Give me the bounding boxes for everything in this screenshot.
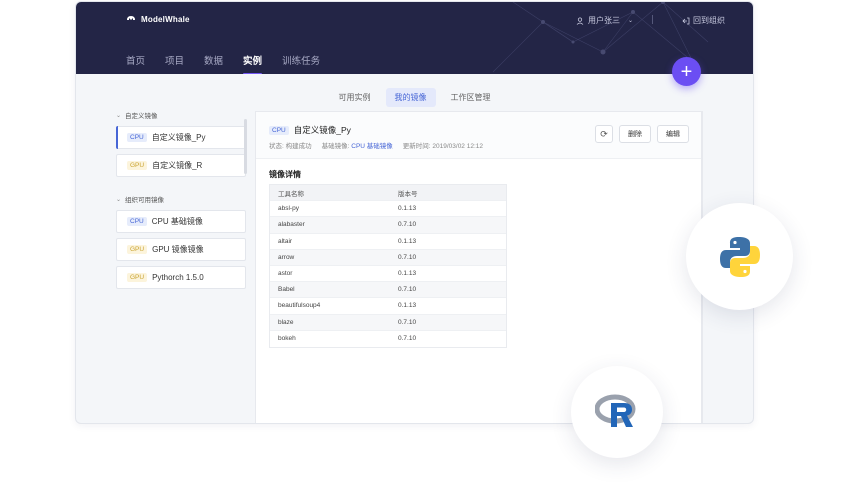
python-logo [719, 236, 760, 277]
updated-time: 更新时间: 2019/03/02 12:12 [402, 143, 483, 150]
delete-button[interactable]: 删除 [619, 125, 651, 143]
image-item-custom-py[interactable]: CPU 自定义镜像_Py [116, 126, 246, 149]
column-header-version: 版本号 [398, 190, 418, 198]
detail-header: CPU 自定义镜像_Py 状态: 构建成功 基础镜像: CPU 基础镜像 更新时… [256, 112, 701, 159]
table-cell-version: 0.7.10 [398, 286, 417, 294]
table-cell-name: astor [278, 270, 293, 278]
detail-actions: ⟳ 删除 编辑 [595, 125, 689, 143]
table-cell-version: 0.1.13 [398, 205, 417, 213]
gpu-badge: GPU [127, 245, 148, 254]
table-row: Babel 0.7.10 [270, 282, 506, 299]
image-item-label: 自定义镜像_R [152, 161, 203, 170]
image-item-gpu-image[interactable]: GPU GPU 镜像镜像 [116, 238, 246, 261]
nav-projects[interactable]: 项目 [165, 53, 184, 74]
table-cell-version: 0.7.10 [398, 335, 417, 343]
table-cell-version: 0.1.13 [398, 270, 417, 278]
app-window: ModelWhale 用户张三 ⌄ 回到组织 首页 项目 数据 实例 训练任务 [75, 1, 754, 424]
table-cell-name: Babel [278, 286, 295, 294]
nav-data[interactable]: 数据 [204, 53, 223, 74]
table-cell-name: absl-py [278, 205, 299, 213]
table-cell-version: 0.7.10 [398, 253, 417, 261]
table-row: alabaster 0.7.10 [270, 217, 506, 234]
image-item-label: 自定义镜像_Py [151, 133, 206, 142]
add-image-button[interactable]: + [672, 57, 701, 86]
detail-title: CPU 自定义镜像_Py [269, 124, 351, 136]
nav-instances[interactable]: 实例 [243, 53, 263, 74]
tab-my-images[interactable]: 我的镜像 [385, 88, 436, 107]
table-row: bokeh 0.7.10 [270, 331, 506, 347]
edit-button[interactable]: 编辑 [657, 125, 689, 143]
base-image-prefix: 基础镜像: [321, 143, 350, 150]
gpu-badge: GPU [127, 273, 148, 282]
table-row: astor 0.1.13 [270, 266, 506, 283]
table-row: arrow 0.7.10 [270, 249, 506, 266]
table-cell-name: beautifulsoup4 [278, 302, 321, 310]
image-item-pytorch[interactable]: GPU Pythorch 1.5.0 [116, 266, 246, 289]
back-to-org-link[interactable]: 回到组织 [682, 15, 725, 26]
sidebar-scrollbar[interactable] [244, 119, 247, 174]
image-list-panel: ⌄ 自定义镜像 CPU 自定义镜像_Py GPU 自定义镜像_R ⌄ 组织可用镜… [116, 110, 246, 294]
base-image-info: 基础镜像: CPU 基础镜像 [322, 140, 393, 150]
cpu-badge: CPU [127, 133, 147, 142]
exit-icon [682, 17, 690, 24]
r-logo [595, 394, 636, 427]
table-row: altair 0.1.13 [270, 234, 506, 250]
group-title: 组织可用镜像 [125, 197, 165, 204]
image-item-cpu-base[interactable]: CPU CPU 基础镜像 [116, 210, 246, 233]
user-name: 用户张三 [587, 16, 620, 25]
table-row: beautifulsoup4 0.1.13 [270, 298, 506, 315]
header-divider [652, 15, 653, 24]
sub-tabs: 可用实例 我的镜像 工作区管理 [76, 88, 753, 107]
chevron-down-icon: ⌄ [627, 18, 633, 24]
detail-title-text: 自定义镜像_Py [293, 125, 351, 135]
table-cell-version: 0.7.10 [398, 318, 417, 326]
image-item-custom-r[interactable]: GPU 自定义镜像_R [116, 154, 246, 177]
chevron-down-icon: ⌄ [116, 196, 122, 203]
table-cell-name: alabaster [278, 221, 305, 229]
cpu-badge: CPU [127, 217, 147, 226]
brand-name: ModelWhale [141, 14, 190, 24]
top-bar: ModelWhale 用户张三 ⌄ 回到组织 首页 项目 数据 实例 训练任务 [76, 2, 753, 74]
chevron-down-icon: ⌄ [116, 112, 122, 119]
group-title: 自定义镜像 [125, 113, 158, 120]
table-cell-name: altair [278, 237, 293, 245]
image-item-label: Pythorch 1.5.0 [152, 273, 204, 282]
package-table: 工具名称 版本号 absl-py 0.1.13 alabaster 0.7.10… [269, 184, 507, 348]
table-cell-version: 0.7.10 [398, 221, 417, 229]
section-title: 镜像详情 [269, 170, 301, 179]
table-cell-name: bokeh [278, 335, 296, 343]
image-item-label: GPU 镜像镜像 [152, 245, 204, 254]
nav-training-tasks[interactable]: 训练任务 [282, 53, 320, 74]
table-cell-name: arrow [278, 253, 295, 261]
table-row: absl-py 0.1.13 [270, 201, 506, 218]
table-header-row: 工具名称 版本号 [270, 185, 506, 202]
table-cell-version: 0.1.13 [398, 237, 417, 245]
cpu-badge: CPU [269, 125, 289, 135]
column-header-name: 工具名称 [278, 190, 304, 198]
table-row: blaze 0.7.10 [270, 314, 506, 331]
r-bubble [571, 366, 663, 458]
detail-meta: 状态: 构建成功 基础镜像: CPU 基础镜像 更新时间: 2019/03/02… [269, 140, 483, 150]
python-bubble [686, 203, 793, 310]
back-to-org-label: 回到组织 [693, 16, 725, 25]
image-item-label: CPU 基础镜像 [151, 217, 203, 226]
user-icon [576, 16, 584, 25]
table-cell-name: blaze [278, 318, 294, 326]
tab-workspace-management[interactable]: 工作区管理 [442, 88, 500, 107]
main-nav: 首页 项目 数据 实例 训练任务 [126, 53, 320, 74]
tab-available-instances[interactable]: 可用实例 [330, 88, 380, 107]
whale-logo-icon [127, 16, 135, 20]
group-org-images[interactable]: ⌄ 组织可用镜像 [116, 194, 246, 205]
user-menu[interactable]: 用户张三 ⌄ [576, 15, 633, 26]
gpu-badge: GPU [127, 161, 148, 170]
refresh-button[interactable]: ⟳ [595, 125, 613, 143]
brand-logo[interactable]: ModelWhale [126, 14, 190, 24]
refresh-icon: ⟳ [600, 128, 608, 139]
group-custom-images[interactable]: ⌄ 自定义镜像 [116, 110, 246, 121]
plus-icon: + [680, 60, 693, 83]
status-text: 状态: 构建成功 [269, 143, 312, 150]
table-cell-version: 0.1.13 [398, 302, 417, 310]
nav-home[interactable]: 首页 [126, 53, 145, 74]
base-image-link[interactable]: CPU 基础镜像 [351, 143, 393, 150]
